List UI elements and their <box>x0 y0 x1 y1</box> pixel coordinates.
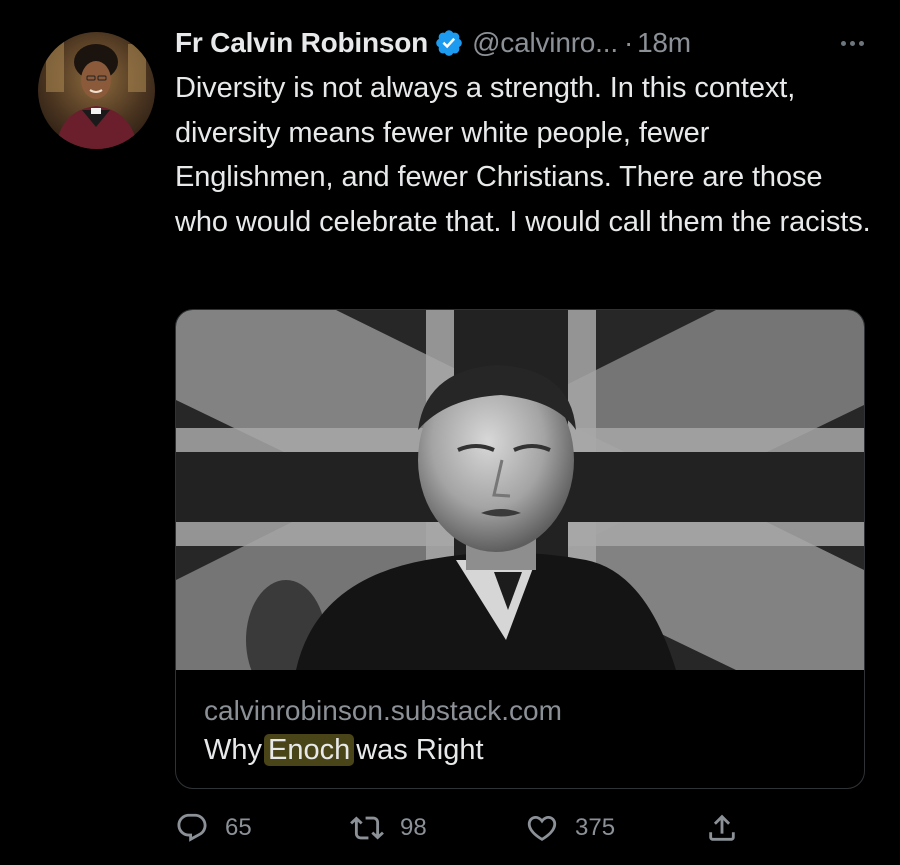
tweet-text: Diversity is not always a strength. In t… <box>175 72 871 238</box>
like-count: 375 <box>575 814 616 841</box>
tweet-header: Fr Calvin Robinson @calvinro... · 18m <box>175 22 864 64</box>
retweet-count: 98 <box>400 814 427 841</box>
retweet-button[interactable]: 98 <box>350 808 427 848</box>
link-title-highlight: Enoch <box>264 734 355 766</box>
author-avatar[interactable] <box>38 32 155 149</box>
share-button[interactable] <box>705 808 739 848</box>
reply-count: 65 <box>225 814 252 841</box>
link-title: Why Enoch was Right <box>204 734 484 767</box>
link-preview-card[interactable]: calvinrobinson.substack.com Why Enoch was … <box>175 309 865 789</box>
tweet-timestamp[interactable]: 18m <box>637 27 691 59</box>
link-preview-image <box>176 310 864 670</box>
reply-icon <box>175 811 209 845</box>
author-display-name[interactable]: Fr Calvin Robinson <box>175 27 428 59</box>
link-title-start: Why <box>204 734 262 766</box>
like-button[interactable]: 375 <box>525 808 615 848</box>
share-icon <box>705 811 739 845</box>
heart-icon <box>525 811 559 845</box>
reply-button[interactable]: 65 <box>175 808 252 848</box>
more-options-icon[interactable] <box>841 22 864 64</box>
link-title-end: was Right <box>356 734 484 766</box>
author-handle[interactable]: @calvinro... <box>472 27 618 59</box>
tweet-actions: 65 98 375 <box>175 808 775 848</box>
verified-badge-icon <box>434 28 464 58</box>
retweet-icon <box>350 811 384 845</box>
link-domain: calvinrobinson.substack.com <box>204 695 562 726</box>
separator-dot: · <box>623 27 634 58</box>
